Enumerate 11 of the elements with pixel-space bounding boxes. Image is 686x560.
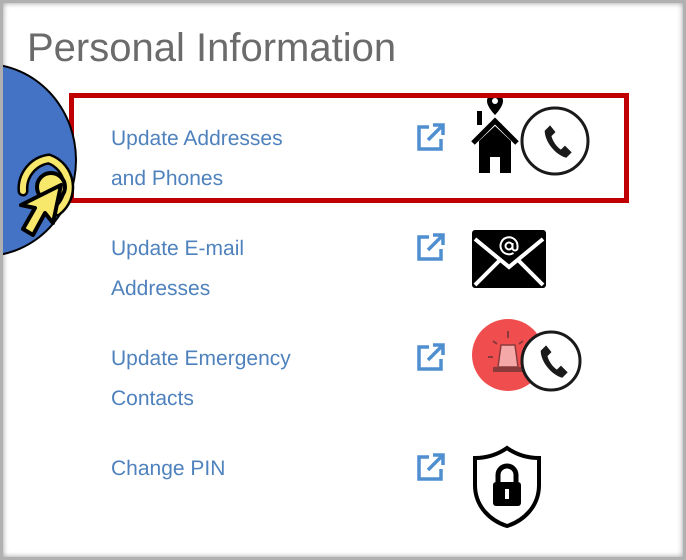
envelope-icon xyxy=(471,229,547,289)
external-link-icon[interactable] xyxy=(415,121,447,153)
link[interactable]: Change PIN xyxy=(111,449,415,489)
external-link-icon[interactable] xyxy=(415,341,447,373)
link[interactable]: Update E-mail Addresses xyxy=(111,229,415,309)
page-title: Personal Information xyxy=(26,25,398,72)
link[interactable]: Update Addresses and Phones xyxy=(111,119,415,199)
shield-lock-icon xyxy=(471,445,543,529)
external-link-icon[interactable] xyxy=(415,451,447,483)
link[interactable]: Update Emergency Contacts xyxy=(111,339,415,419)
external-link-icon[interactable] xyxy=(415,231,447,263)
